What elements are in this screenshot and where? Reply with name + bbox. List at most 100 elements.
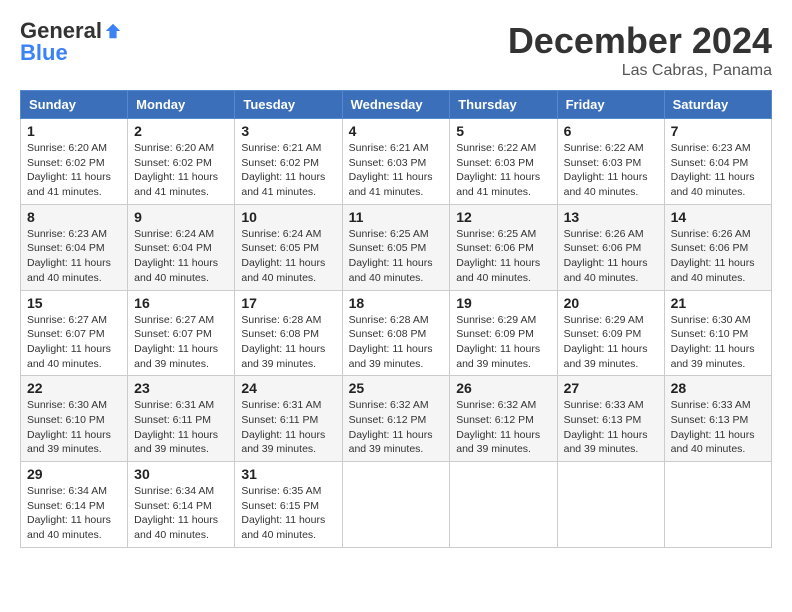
- header-thursday: Thursday: [450, 91, 557, 119]
- calendar-week-row: 8 Sunrise: 6:23 AMSunset: 6:04 PMDayligh…: [21, 204, 772, 290]
- calendar-cell: 2 Sunrise: 6:20 AMSunset: 6:02 PMDayligh…: [128, 119, 235, 205]
- day-info: Sunrise: 6:25 AMSunset: 6:06 PMDaylight:…: [456, 228, 540, 284]
- day-number: 17: [241, 295, 335, 311]
- calendar-cell: 12 Sunrise: 6:25 AMSunset: 6:06 PMDaylig…: [450, 204, 557, 290]
- day-number: 9: [134, 209, 228, 225]
- calendar-cell: 4 Sunrise: 6:21 AMSunset: 6:03 PMDayligh…: [342, 119, 450, 205]
- header-monday: Monday: [128, 91, 235, 119]
- calendar-cell: 31 Sunrise: 6:35 AMSunset: 6:15 PMDaylig…: [235, 462, 342, 548]
- header-wednesday: Wednesday: [342, 91, 450, 119]
- day-info: Sunrise: 6:21 AMSunset: 6:02 PMDaylight:…: [241, 142, 325, 198]
- calendar-cell: 26 Sunrise: 6:32 AMSunset: 6:12 PMDaylig…: [450, 376, 557, 462]
- day-number: 8: [27, 209, 121, 225]
- day-number: 13: [564, 209, 658, 225]
- calendar-cell: 15 Sunrise: 6:27 AMSunset: 6:07 PMDaylig…: [21, 290, 128, 376]
- page-header: General Blue December 2024 Las Cabras, P…: [20, 20, 772, 80]
- day-info: Sunrise: 6:34 AMSunset: 6:14 PMDaylight:…: [134, 485, 218, 541]
- calendar-cell: 19 Sunrise: 6:29 AMSunset: 6:09 PMDaylig…: [450, 290, 557, 376]
- day-number: 15: [27, 295, 121, 311]
- calendar-week-row: 29 Sunrise: 6:34 AMSunset: 6:14 PMDaylig…: [21, 462, 772, 548]
- day-number: 31: [241, 466, 335, 482]
- day-info: Sunrise: 6:20 AMSunset: 6:02 PMDaylight:…: [27, 142, 111, 198]
- calendar-cell: 28 Sunrise: 6:33 AMSunset: 6:13 PMDaylig…: [664, 376, 771, 462]
- calendar-cell: 25 Sunrise: 6:32 AMSunset: 6:12 PMDaylig…: [342, 376, 450, 462]
- calendar-cell: 1 Sunrise: 6:20 AMSunset: 6:02 PMDayligh…: [21, 119, 128, 205]
- calendar-week-row: 22 Sunrise: 6:30 AMSunset: 6:10 PMDaylig…: [21, 376, 772, 462]
- day-number: 4: [349, 123, 444, 139]
- day-info: Sunrise: 6:29 AMSunset: 6:09 PMDaylight:…: [564, 314, 648, 370]
- day-number: 1: [27, 123, 121, 139]
- calendar-cell: 16 Sunrise: 6:27 AMSunset: 6:07 PMDaylig…: [128, 290, 235, 376]
- calendar-cell: 3 Sunrise: 6:21 AMSunset: 6:02 PMDayligh…: [235, 119, 342, 205]
- day-number: 10: [241, 209, 335, 225]
- day-info: Sunrise: 6:21 AMSunset: 6:03 PMDaylight:…: [349, 142, 433, 198]
- day-info: Sunrise: 6:22 AMSunset: 6:03 PMDaylight:…: [456, 142, 540, 198]
- day-info: Sunrise: 6:31 AMSunset: 6:11 PMDaylight:…: [241, 399, 325, 455]
- day-info: Sunrise: 6:20 AMSunset: 6:02 PMDaylight:…: [134, 142, 218, 198]
- calendar-cell: 8 Sunrise: 6:23 AMSunset: 6:04 PMDayligh…: [21, 204, 128, 290]
- calendar-cell: 7 Sunrise: 6:23 AMSunset: 6:04 PMDayligh…: [664, 119, 771, 205]
- calendar-cell: 22 Sunrise: 6:30 AMSunset: 6:10 PMDaylig…: [21, 376, 128, 462]
- logo-icon: [104, 22, 122, 40]
- day-number: 19: [456, 295, 550, 311]
- day-info: Sunrise: 6:34 AMSunset: 6:14 PMDaylight:…: [27, 485, 111, 541]
- calendar-table: Sunday Monday Tuesday Wednesday Thursday…: [20, 90, 772, 548]
- month-title: December 2024: [508, 20, 772, 62]
- day-info: Sunrise: 6:26 AMSunset: 6:06 PMDaylight:…: [564, 228, 648, 284]
- location: Las Cabras, Panama: [508, 62, 772, 80]
- day-info: Sunrise: 6:29 AMSunset: 6:09 PMDaylight:…: [456, 314, 540, 370]
- calendar-cell: 13 Sunrise: 6:26 AMSunset: 6:06 PMDaylig…: [557, 204, 664, 290]
- day-number: 25: [349, 380, 444, 396]
- day-number: 18: [349, 295, 444, 311]
- day-number: 7: [671, 123, 765, 139]
- day-info: Sunrise: 6:23 AMSunset: 6:04 PMDaylight:…: [27, 228, 111, 284]
- calendar-header-row: Sunday Monday Tuesday Wednesday Thursday…: [21, 91, 772, 119]
- day-info: Sunrise: 6:22 AMSunset: 6:03 PMDaylight:…: [564, 142, 648, 198]
- day-info: Sunrise: 6:33 AMSunset: 6:13 PMDaylight:…: [671, 399, 755, 455]
- calendar-cell: 18 Sunrise: 6:28 AMSunset: 6:08 PMDaylig…: [342, 290, 450, 376]
- day-number: 5: [456, 123, 550, 139]
- day-number: 14: [671, 209, 765, 225]
- calendar-cell: [450, 462, 557, 548]
- day-number: 23: [134, 380, 228, 396]
- title-block: December 2024 Las Cabras, Panama: [508, 20, 772, 80]
- day-number: 12: [456, 209, 550, 225]
- day-number: 28: [671, 380, 765, 396]
- calendar-cell: [557, 462, 664, 548]
- day-info: Sunrise: 6:30 AMSunset: 6:10 PMDaylight:…: [671, 314, 755, 370]
- day-number: 11: [349, 209, 444, 225]
- logo-general: General: [20, 20, 102, 42]
- day-number: 2: [134, 123, 228, 139]
- day-number: 30: [134, 466, 228, 482]
- day-number: 6: [564, 123, 658, 139]
- day-info: Sunrise: 6:31 AMSunset: 6:11 PMDaylight:…: [134, 399, 218, 455]
- calendar-cell: 23 Sunrise: 6:31 AMSunset: 6:11 PMDaylig…: [128, 376, 235, 462]
- calendar-cell: 21 Sunrise: 6:30 AMSunset: 6:10 PMDaylig…: [664, 290, 771, 376]
- calendar-cell: 29 Sunrise: 6:34 AMSunset: 6:14 PMDaylig…: [21, 462, 128, 548]
- day-info: Sunrise: 6:33 AMSunset: 6:13 PMDaylight:…: [564, 399, 648, 455]
- day-info: Sunrise: 6:24 AMSunset: 6:05 PMDaylight:…: [241, 228, 325, 284]
- calendar-week-row: 15 Sunrise: 6:27 AMSunset: 6:07 PMDaylig…: [21, 290, 772, 376]
- calendar-cell: 20 Sunrise: 6:29 AMSunset: 6:09 PMDaylig…: [557, 290, 664, 376]
- logo-blue: Blue: [20, 42, 68, 64]
- day-number: 16: [134, 295, 228, 311]
- day-info: Sunrise: 6:27 AMSunset: 6:07 PMDaylight:…: [134, 314, 218, 370]
- day-info: Sunrise: 6:27 AMSunset: 6:07 PMDaylight:…: [27, 314, 111, 370]
- day-info: Sunrise: 6:30 AMSunset: 6:10 PMDaylight:…: [27, 399, 111, 455]
- day-info: Sunrise: 6:32 AMSunset: 6:12 PMDaylight:…: [456, 399, 540, 455]
- calendar-cell: 11 Sunrise: 6:25 AMSunset: 6:05 PMDaylig…: [342, 204, 450, 290]
- header-sunday: Sunday: [21, 91, 128, 119]
- day-info: Sunrise: 6:23 AMSunset: 6:04 PMDaylight:…: [671, 142, 755, 198]
- day-number: 27: [564, 380, 658, 396]
- calendar-cell: 6 Sunrise: 6:22 AMSunset: 6:03 PMDayligh…: [557, 119, 664, 205]
- day-number: 29: [27, 466, 121, 482]
- calendar-cell: 17 Sunrise: 6:28 AMSunset: 6:08 PMDaylig…: [235, 290, 342, 376]
- calendar-cell: 24 Sunrise: 6:31 AMSunset: 6:11 PMDaylig…: [235, 376, 342, 462]
- header-saturday: Saturday: [664, 91, 771, 119]
- calendar-cell: 30 Sunrise: 6:34 AMSunset: 6:14 PMDaylig…: [128, 462, 235, 548]
- day-info: Sunrise: 6:24 AMSunset: 6:04 PMDaylight:…: [134, 228, 218, 284]
- calendar-cell: 14 Sunrise: 6:26 AMSunset: 6:06 PMDaylig…: [664, 204, 771, 290]
- header-tuesday: Tuesday: [235, 91, 342, 119]
- day-number: 20: [564, 295, 658, 311]
- calendar-cell: 9 Sunrise: 6:24 AMSunset: 6:04 PMDayligh…: [128, 204, 235, 290]
